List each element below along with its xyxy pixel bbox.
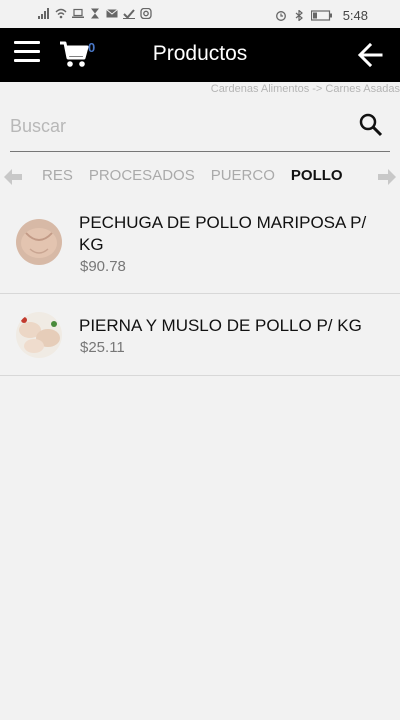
tab-res[interactable]: RES: [42, 167, 73, 184]
list-item[interactable]: PECHUGA DE POLLO MARIPOSA P/ KG $90.78: [0, 200, 400, 294]
signal-icon: [38, 8, 49, 19]
search-icon: [359, 113, 383, 137]
alarm-icon: [275, 11, 286, 21]
status-time: 5:48: [342, 8, 368, 23]
product-name: PECHUGA DE POLLO MARIPOSA P/ KG: [79, 213, 367, 254]
instagram-icon: [140, 8, 152, 19]
product-name: PIERNA Y MUSLO DE POLLO P/ KG: [79, 316, 362, 335]
arrow-right-icon: [378, 169, 396, 185]
tab-list: RES PROCESADOS PUERCO POLLO: [42, 167, 359, 184]
product-price: $90.78: [80, 258, 126, 275]
tabs-scroll-left-button[interactable]: [3, 168, 23, 186]
status-left-icons: [38, 8, 152, 19]
tab-procesados[interactable]: PROCESADOS: [89, 167, 195, 184]
laptop-icon: [72, 8, 84, 18]
product-list: PECHUGA DE POLLO MARIPOSA P/ KG $90.78 P…: [0, 200, 400, 376]
back-button[interactable]: [356, 41, 384, 69]
tab-puerco[interactable]: PUERCO: [211, 167, 275, 184]
product-price: $25.11: [80, 339, 125, 356]
check-icon: [123, 9, 135, 19]
status-bar: 5:48: [0, 0, 400, 28]
list-item[interactable]: PIERNA Y MUSLO DE POLLO P/ KG $25.11: [0, 294, 400, 376]
wifi-icon: [55, 8, 67, 19]
arrow-left-icon: [357, 42, 383, 68]
hourglass-icon: [91, 8, 99, 19]
tabs-scroll-right-button[interactable]: [377, 168, 397, 186]
search-input[interactable]: [10, 112, 340, 140]
arrow-left-icon: [4, 169, 22, 185]
search-button[interactable]: [358, 112, 384, 138]
chicken-breast-image: [16, 219, 62, 265]
battery-icon: [310, 10, 332, 21]
product-image: [16, 219, 62, 265]
status-right-icons: 5:48: [275, 8, 368, 23]
tab-pollo[interactable]: POLLO: [291, 167, 343, 184]
chicken-legs-image: [16, 312, 62, 358]
search-bar: [10, 104, 390, 152]
page-title: Productos: [152, 42, 248, 65]
mail-icon: [106, 9, 118, 18]
app-bar: 0 Productos: [0, 28, 400, 82]
bluetooth-icon: [295, 10, 303, 21]
category-tabs: RES PROCESADOS PUERCO POLLO: [0, 160, 400, 194]
breadcrumb: Cardenas Alimentos -> Carnes Asadas: [210, 83, 400, 95]
product-image: [16, 312, 62, 358]
